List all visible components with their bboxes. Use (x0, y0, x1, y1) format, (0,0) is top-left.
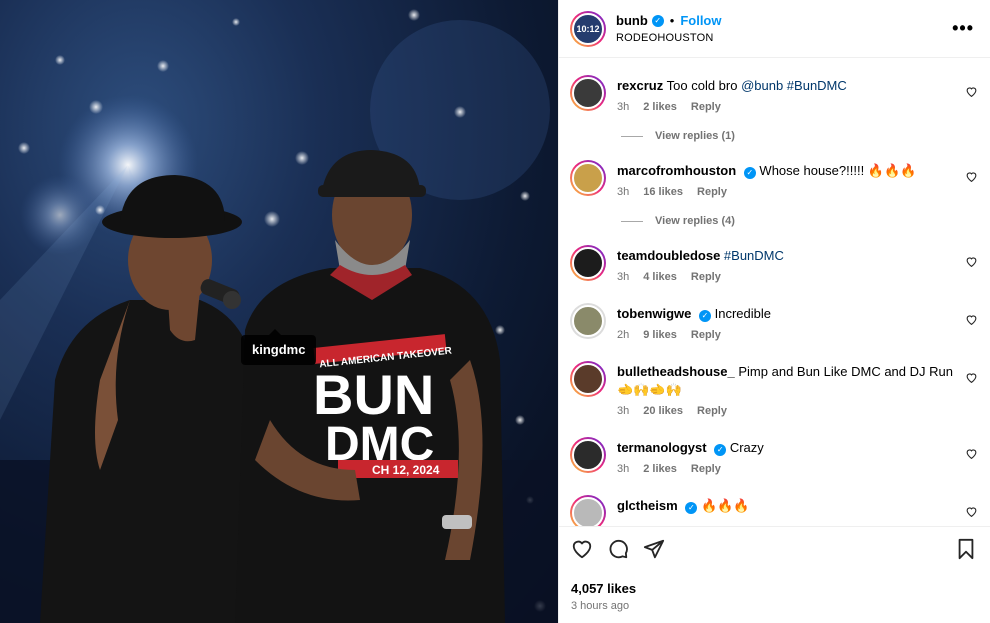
comment-item: termanologyst ✓ Crazy 3h 2 likes Reply (559, 437, 990, 475)
comment-text: Too cold bro (666, 78, 742, 93)
concert-photo-illustration: ALL AMERICAN TAKEOVER BUN DMC CH 12, 202… (0, 9, 558, 623)
comment-avatar[interactable] (570, 495, 606, 526)
comment-item: tobenwigwe ✓ Incredible 2h 9 likes Reply (559, 303, 990, 341)
save-bookmark-icon[interactable] (955, 538, 977, 560)
comment-username[interactable]: termanologyst (617, 440, 707, 455)
comment-like-heart-icon[interactable] (965, 313, 978, 326)
comment-item: rexcruz Too cold bro @bunb #BunDMC 3h 2 l… (559, 75, 990, 113)
comment-like-heart-icon[interactable] (965, 170, 978, 183)
reply-button[interactable]: Reply (691, 101, 721, 113)
post-panel: 10:12 bunb ✓ • Follow RODEOHOUSTON ••• r… (558, 0, 990, 623)
user-tag-label[interactable]: kingdmc (241, 329, 317, 365)
post-location[interactable]: RODEOHOUSTON (616, 32, 952, 44)
reply-button[interactable]: Reply (697, 186, 727, 198)
comment-avatar[interactable] (570, 160, 606, 196)
view-replies-button[interactable]: View replies (1) (621, 130, 990, 142)
follow-button[interactable]: Follow (680, 13, 721, 28)
more-options-icon[interactable]: ••• (952, 18, 974, 39)
comment-avatar[interactable] (570, 437, 606, 473)
comment-item: marcofromhouston ✓ Whose house?!!!!! 🔥🔥🔥… (559, 160, 990, 198)
comment-time: 3h (617, 405, 630, 417)
comment-like-heart-icon[interactable] (965, 447, 978, 460)
comment-tags[interactable]: #BunDMC (724, 248, 784, 263)
comment-text: Crazy (729, 440, 764, 455)
comment-item: bulletheadshouse_ Pimp and Bun Like DMC … (559, 361, 990, 417)
view-replies-label: View replies (4) (655, 215, 735, 227)
verified-badge-icon: ✓ (651, 14, 664, 27)
view-replies-label: View replies (1) (655, 130, 735, 142)
comment-text: Whose house?!!!!! 🔥🔥🔥 (759, 163, 917, 178)
reply-button[interactable]: Reply (697, 405, 727, 417)
comment-username[interactable]: teamdoubledose (617, 248, 720, 263)
separator-dot: • (669, 13, 675, 28)
shirt-bun: BUN (313, 363, 434, 426)
comment-bubble-icon[interactable] (607, 538, 629, 560)
comment-item: glctheism ✓ 🔥🔥🔥 (559, 495, 990, 526)
post-actions: 4,057 likes 3 hours ago (559, 526, 990, 612)
verified-badge-icon: ✓ (685, 502, 698, 514)
post-timestamp[interactable]: 3 hours ago (571, 600, 977, 612)
comment-username[interactable]: marcofromhouston (617, 163, 736, 178)
author-username[interactable]: bunb (616, 13, 648, 28)
post-like-count[interactable]: 4,057 likes (571, 581, 977, 596)
comments-list[interactable]: rexcruz Too cold bro @bunb #BunDMC 3h 2 l… (559, 58, 990, 526)
like-heart-icon[interactable] (571, 538, 593, 560)
post-header: 10:12 bunb ✓ • Follow RODEOHOUSTON ••• (559, 0, 990, 58)
comment-time: 3h (617, 463, 630, 475)
comment-avatar[interactable] (570, 245, 606, 281)
comment-likes[interactable]: 16 likes (643, 186, 683, 198)
author-avatar[interactable]: 10:12 (570, 10, 606, 47)
post-photo[interactable]: ALL AMERICAN TAKEOVER BUN DMC CH 12, 202… (0, 0, 558, 623)
comment-username[interactable]: tobenwigwe (617, 306, 691, 321)
comment-likes[interactable]: 20 likes (643, 405, 683, 417)
comment-username[interactable]: bulletheadshouse_ (617, 364, 735, 379)
comment-text: Incredible (714, 306, 772, 321)
author-avatar-image: 10:12 (572, 12, 604, 45)
shirt-date: CH 12, 2024 (372, 463, 440, 477)
view-replies-button[interactable]: View replies (4) (621, 215, 990, 227)
comment-like-heart-icon[interactable] (965, 85, 978, 98)
comment-avatar[interactable] (570, 75, 606, 111)
verified-badge-icon: ✓ (743, 167, 756, 179)
comment-like-heart-icon[interactable] (965, 371, 978, 384)
comment-avatar[interactable] (570, 303, 606, 339)
comment-likes[interactable]: 4 likes (643, 271, 677, 283)
comment-avatar[interactable] (570, 361, 606, 397)
comment-username[interactable]: glctheism (617, 498, 678, 513)
reply-button[interactable]: Reply (691, 463, 721, 475)
share-send-icon[interactable] (643, 538, 665, 560)
comment-time: 3h (617, 186, 630, 198)
comment-likes[interactable]: 2 likes (643, 101, 677, 113)
avatar-clock-text: 10:12 (576, 23, 600, 34)
comment-likes[interactable]: 9 likes (643, 329, 677, 341)
comment-item: teamdoubledose #BunDMC 3h 4 likes Reply (559, 245, 990, 283)
verified-badge-icon: ✓ (714, 444, 727, 456)
comment-time: 3h (617, 101, 630, 113)
comment-time: 3h (617, 271, 630, 283)
comment-tags[interactable]: @bunb #BunDMC (741, 78, 847, 93)
comment-like-heart-icon[interactable] (965, 505, 978, 518)
comment-text: 🔥🔥🔥 (700, 498, 750, 513)
comment-username[interactable]: rexcruz (617, 78, 663, 93)
verified-badge-icon: ✓ (699, 310, 712, 322)
comment-like-heart-icon[interactable] (965, 255, 978, 268)
reply-button[interactable]: Reply (691, 271, 721, 283)
comment-likes[interactable]: 2 likes (643, 463, 677, 475)
comment-time: 2h (617, 329, 630, 341)
reply-button[interactable]: Reply (691, 329, 721, 341)
